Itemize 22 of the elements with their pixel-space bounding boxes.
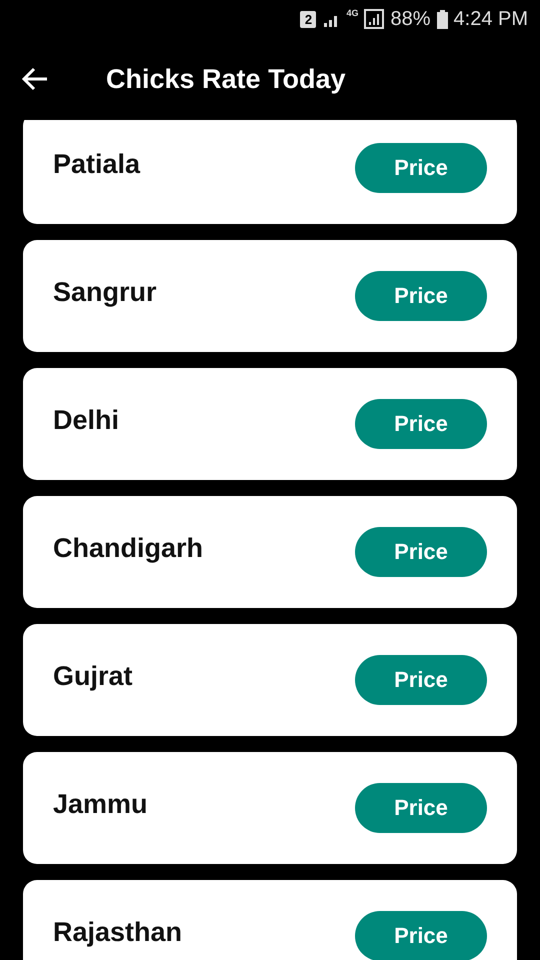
city-name: Patiala bbox=[53, 148, 140, 180]
network-type: 4G bbox=[346, 8, 358, 18]
price-button[interactable]: Price bbox=[355, 271, 487, 321]
price-button[interactable]: Price bbox=[355, 143, 487, 193]
price-button[interactable]: Price bbox=[355, 399, 487, 449]
price-button[interactable]: Price bbox=[355, 655, 487, 705]
city-name: Delhi bbox=[53, 404, 120, 436]
back-icon[interactable] bbox=[22, 67, 48, 91]
price-button[interactable]: Price bbox=[355, 527, 487, 577]
signal-icon bbox=[364, 9, 384, 29]
price-button[interactable]: Price bbox=[355, 783, 487, 833]
price-button[interactable]: Price bbox=[355, 911, 487, 960]
city-name: Rajasthan bbox=[53, 916, 182, 948]
battery-icon bbox=[436, 10, 448, 28]
city-name: Sangrur bbox=[53, 276, 157, 308]
city-name: Gujrat bbox=[53, 660, 133, 692]
city-name: Jammu bbox=[53, 788, 148, 820]
sim-icon: 2 bbox=[300, 10, 316, 28]
clock: 4:24 PM bbox=[454, 8, 528, 30]
screen-title: Chicks Rate Today bbox=[106, 64, 346, 94]
city-name: Chandigarh bbox=[53, 532, 204, 564]
battery-percent: 88% bbox=[390, 8, 431, 30]
